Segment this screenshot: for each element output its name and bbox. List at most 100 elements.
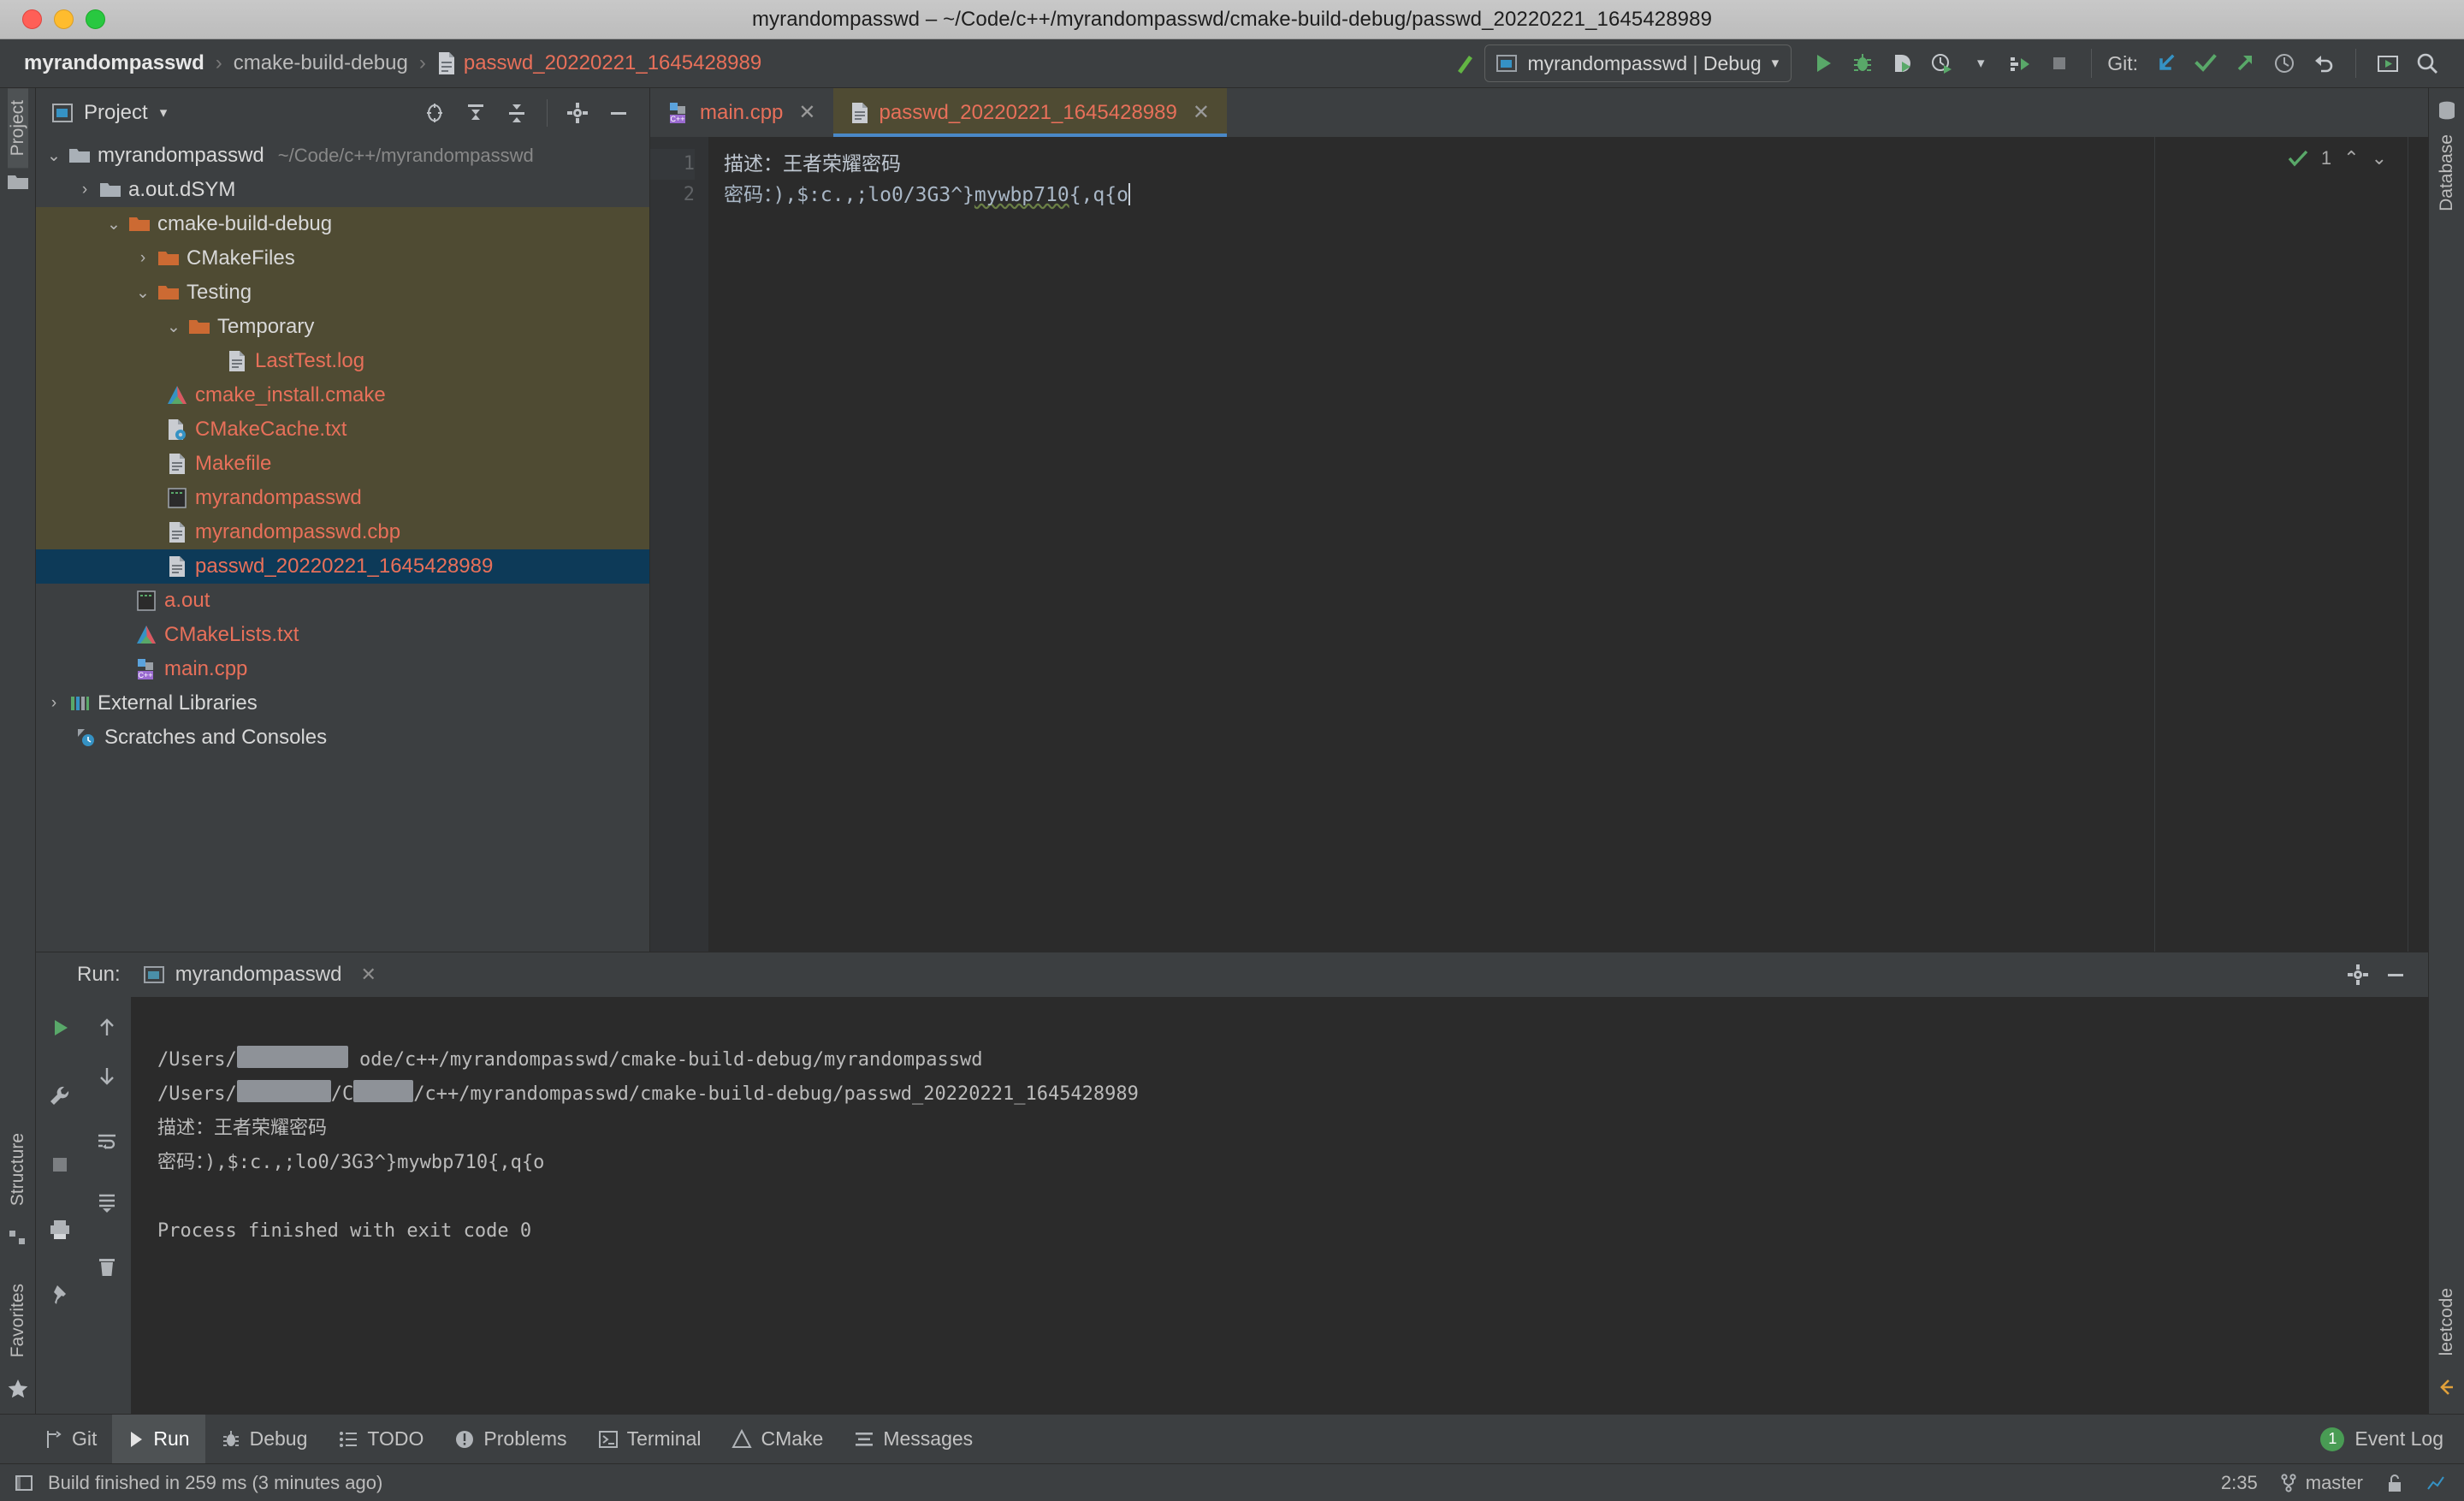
tab-main-cpp[interactable]: C++ main.cpp ✕ bbox=[650, 88, 833, 137]
unlocked-icon[interactable] bbox=[2385, 1473, 2404, 1493]
run-icon[interactable] bbox=[1804, 46, 1843, 80]
sidebar-item-database[interactable]: Database bbox=[2437, 121, 2457, 225]
tree-node-passwd-file[interactable]: passwd_20220221_1645428989 bbox=[36, 549, 649, 584]
tree-node-cbp[interactable]: myrandompasswd.cbp bbox=[36, 515, 649, 549]
code-text-area[interactable]: 描述：王者荣耀密码 密码：),$:c.,;lo0/3G3^}mywbp710{,… bbox=[708, 137, 2408, 952]
run-widget-icon[interactable] bbox=[2368, 46, 2408, 80]
soft-wrap-icon[interactable] bbox=[86, 1120, 127, 1161]
close-icon[interactable]: ✕ bbox=[360, 964, 376, 986]
tab-debug[interactable]: Debug bbox=[205, 1415, 323, 1463]
tree-node-external-libraries[interactable]: › External Libraries bbox=[36, 686, 649, 721]
breadcrumb-item-project[interactable]: myrandompasswd bbox=[24, 51, 204, 75]
debug-icon[interactable] bbox=[1843, 46, 1882, 80]
tab-todo[interactable]: TODO bbox=[323, 1415, 439, 1463]
scroll-up-icon[interactable] bbox=[86, 1007, 127, 1048]
toggle-toolwindows-icon[interactable] bbox=[14, 1473, 34, 1493]
tree-node-cmakelists[interactable]: CMakeLists.txt bbox=[36, 618, 649, 652]
run-with-coverage-icon[interactable] bbox=[1882, 46, 1922, 80]
chevron-down-icon[interactable]: ▾ bbox=[160, 104, 168, 122]
git-update-icon[interactable] bbox=[2147, 46, 2186, 80]
close-icon[interactable]: ✕ bbox=[798, 100, 815, 125]
breadcrumb-item-file[interactable]: passwd_20220221_1645428989 bbox=[464, 51, 761, 75]
memory-indicator-icon[interactable] bbox=[2426, 1474, 2445, 1492]
tree-node-cmake-build-debug[interactable]: ⌄ cmake-build-debug bbox=[36, 207, 649, 241]
git-branch-widget[interactable]: master bbox=[2280, 1472, 2363, 1494]
window-controls[interactable] bbox=[22, 9, 105, 29]
git-history-icon[interactable] bbox=[2265, 46, 2304, 80]
tab-passwd-file[interactable]: passwd_20220221_1645428989 ✕ bbox=[833, 88, 1227, 137]
expand-all-icon[interactable] bbox=[457, 94, 495, 132]
chevron-down-icon[interactable]: ⌄ bbox=[103, 215, 125, 234]
build-hammer-icon[interactable] bbox=[1445, 46, 1484, 80]
tree-node-cmakecache[interactable]: CMakeCache.txt bbox=[36, 412, 649, 447]
tree-node-scratches[interactable]: Scratches and Consoles bbox=[36, 721, 649, 755]
chevron-right-icon[interactable]: › bbox=[74, 181, 96, 199]
hide-icon[interactable] bbox=[2384, 963, 2408, 987]
chevron-right-icon[interactable]: › bbox=[43, 694, 65, 713]
settings-gear-icon[interactable] bbox=[2346, 963, 2370, 987]
chevron-down-icon[interactable]: ⌄ bbox=[43, 146, 65, 166]
rerun-icon[interactable] bbox=[39, 1007, 80, 1048]
tree-node-makefile[interactable]: Makefile bbox=[36, 447, 649, 481]
tree-node-dsym[interactable]: › a.out.dSYM bbox=[36, 173, 649, 207]
run-tab[interactable]: myrandompasswd ✕ bbox=[143, 963, 376, 987]
sidebar-item-leetcode[interactable]: leetcode bbox=[2437, 1274, 2457, 1369]
inspection-widget[interactable]: 1 ⌃ ⌄ bbox=[2287, 147, 2387, 169]
sidebar-item-structure[interactable]: Structure bbox=[8, 1121, 28, 1218]
scroll-down-icon[interactable] bbox=[86, 1055, 127, 1096]
stop-icon[interactable] bbox=[2040, 46, 2079, 80]
chevron-down-icon[interactable]: ⌄ bbox=[163, 317, 185, 337]
run-console-output[interactable]: /Users/ ode/c++/myrandompasswd/cmake-bui… bbox=[132, 997, 2428, 1414]
run-config-icon bbox=[143, 964, 165, 986]
profile-icon[interactable] bbox=[1922, 46, 1961, 80]
profile-dropdown-icon[interactable]: ▾ bbox=[1961, 46, 2000, 80]
git-push-icon[interactable] bbox=[2225, 46, 2265, 80]
project-tree[interactable]: ⌄ myrandompasswd ~/Code/c++/myrandompass… bbox=[36, 137, 649, 952]
close-icon[interactable]: ✕ bbox=[1193, 100, 1210, 125]
tree-node-executable-myrandompasswd[interactable]: myrandompasswd bbox=[36, 481, 649, 515]
tab-cmake[interactable]: CMake bbox=[716, 1415, 838, 1463]
wrench-icon[interactable] bbox=[39, 1076, 80, 1117]
chevron-right-icon[interactable]: › bbox=[132, 249, 154, 268]
tree-node-main-cpp[interactable]: C++ main.cpp bbox=[36, 652, 649, 686]
select-opened-file-icon[interactable] bbox=[416, 94, 453, 132]
editor-error-stripe[interactable] bbox=[2408, 137, 2428, 952]
minimize-window-button[interactable] bbox=[54, 9, 74, 29]
clear-all-icon[interactable] bbox=[86, 1247, 127, 1288]
run-anything-icon[interactable] bbox=[2000, 46, 2040, 80]
tab-terminal[interactable]: Terminal bbox=[583, 1415, 717, 1463]
tree-node-cmake-install[interactable]: cmake_install.cmake bbox=[36, 378, 649, 412]
tree-node-a-out[interactable]: a.out bbox=[36, 584, 649, 618]
tab-messages[interactable]: Messages bbox=[838, 1415, 988, 1463]
run-configuration-selector[interactable]: myrandompasswd | Debug ▾ bbox=[1484, 44, 1792, 82]
hide-icon[interactable] bbox=[600, 94, 637, 132]
tree-node-lasttest-log[interactable]: LastTest.log bbox=[36, 344, 649, 378]
event-log-button[interactable]: 1 Event Log bbox=[2320, 1415, 2464, 1463]
maximize-window-button[interactable] bbox=[86, 9, 105, 29]
tree-node-temporary[interactable]: ⌄ Temporary bbox=[36, 310, 649, 344]
pin-icon[interactable] bbox=[39, 1274, 80, 1315]
breadcrumb-item-folder[interactable]: cmake-build-debug bbox=[234, 51, 408, 75]
tree-node-testing[interactable]: ⌄ Testing bbox=[36, 276, 649, 310]
collapse-all-icon[interactable] bbox=[498, 94, 536, 132]
stop-icon[interactable] bbox=[39, 1144, 80, 1185]
git-commit-icon[interactable] bbox=[2186, 46, 2225, 80]
tab-run[interactable]: Run bbox=[112, 1415, 204, 1463]
search-everywhere-icon[interactable] bbox=[2408, 46, 2447, 80]
next-problem-icon[interactable]: ⌄ bbox=[2372, 147, 2387, 169]
tree-node-root[interactable]: ⌄ myrandompasswd ~/Code/c++/myrandompass… bbox=[36, 139, 649, 173]
scroll-to-end-icon[interactable] bbox=[86, 1182, 127, 1223]
editor-body[interactable]: 1 2 描述：王者荣耀密码 密码：),$:c.,;lo0/3G3^}mywbp7… bbox=[650, 137, 2428, 952]
print-icon[interactable] bbox=[39, 1209, 80, 1250]
tree-node-cmakefiles[interactable]: › CMakeFiles bbox=[36, 241, 649, 276]
sidebar-item-favorites[interactable]: Favorites bbox=[8, 1272, 28, 1369]
chevron-down-icon[interactable]: ⌄ bbox=[132, 283, 154, 303]
tab-git[interactable]: Git bbox=[29, 1415, 112, 1463]
caret-position[interactable]: 2:35 bbox=[2221, 1472, 2258, 1494]
tab-problems[interactable]: Problems bbox=[439, 1415, 582, 1463]
git-rollback-icon[interactable] bbox=[2304, 46, 2343, 80]
sidebar-item-project[interactable]: Project bbox=[8, 88, 28, 168]
settings-gear-icon[interactable] bbox=[559, 94, 596, 132]
close-window-button[interactable] bbox=[22, 9, 42, 29]
prev-problem-icon[interactable]: ⌃ bbox=[2343, 147, 2359, 169]
